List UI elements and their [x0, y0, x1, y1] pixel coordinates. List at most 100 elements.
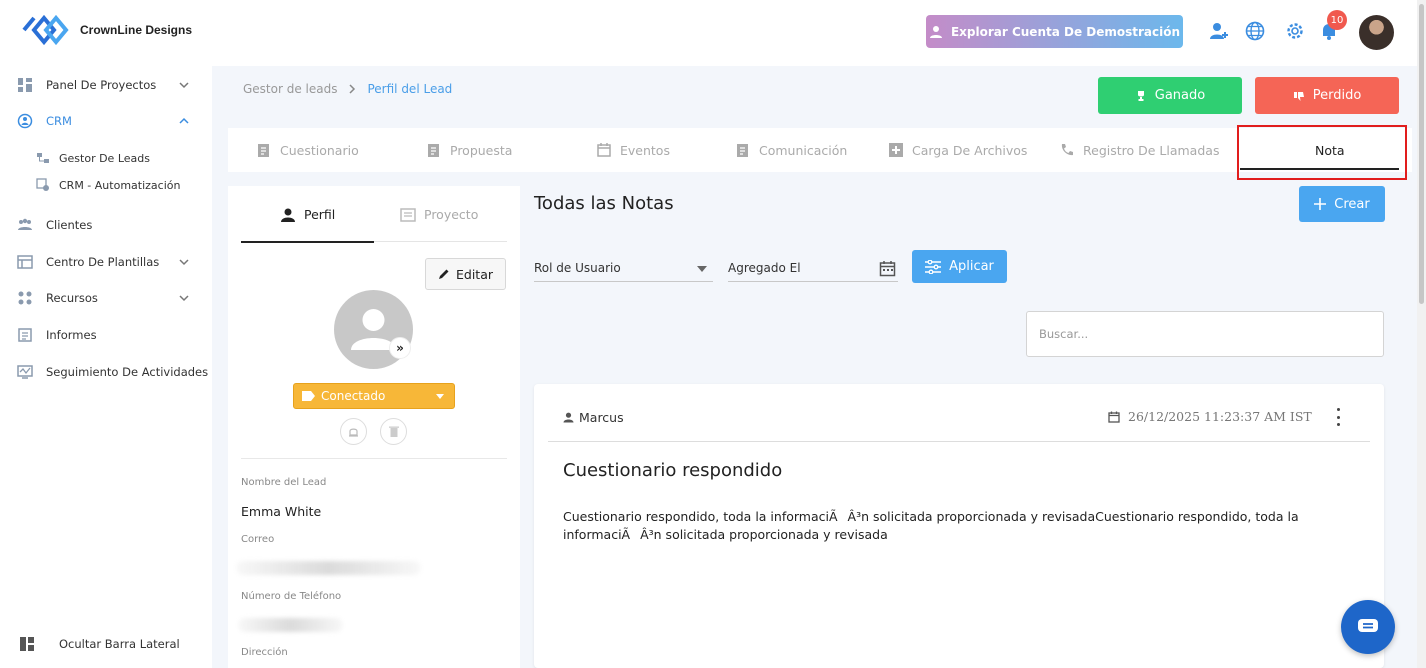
- tab-profile[interactable]: Perfil: [280, 186, 335, 243]
- sidebar-item-label: Clientes: [46, 218, 93, 232]
- note-card: Marcus 26/12/2025 11:23:37 AM IST Cuesti…: [534, 384, 1384, 668]
- calendar-icon: [1108, 411, 1120, 423]
- tab-communication[interactable]: Comunicación: [735, 128, 847, 172]
- tab-questionnaire[interactable]: Cuestionario: [256, 128, 359, 172]
- trophy-icon: [1137, 90, 1144, 101]
- search-input[interactable]: [1026, 311, 1384, 357]
- breadcrumb-parent[interactable]: Gestor de leads: [243, 82, 337, 96]
- hide-sidebar-label: Ocultar Barra Lateral: [59, 637, 180, 651]
- globe-icon[interactable]: [1244, 20, 1266, 42]
- user-icon: [929, 25, 942, 38]
- address-label: Dirección: [241, 647, 288, 658]
- brand-name: CrownLine Designs: [80, 23, 193, 37]
- demo-account-label: Explorar Cuenta De Demostración: [950, 24, 1181, 39]
- won-label: Ganado: [1154, 88, 1206, 103]
- crm-icon: [17, 113, 33, 129]
- caret-down-icon: [436, 394, 444, 399]
- chat-icon: [1358, 619, 1378, 632]
- lead-profile-panel: Perfil Proyecto Editar » Conectado Nombr…: [228, 186, 520, 668]
- tab-project[interactable]: Proyecto: [400, 186, 478, 243]
- automation-icon: [36, 178, 49, 191]
- lost-button[interactable]: Perdido: [1255, 77, 1399, 114]
- alarm-icon: [349, 428, 358, 437]
- note-divider: [548, 441, 1370, 442]
- calendar-icon: [597, 143, 611, 157]
- date-added-filter[interactable]: Agregado El: [728, 254, 898, 282]
- logo-icon: [22, 14, 69, 46]
- dashboard-icon: [18, 78, 32, 92]
- sidebar-item-label: Seguimiento De Actividades: [46, 365, 209, 379]
- sidebar-item-projects[interactable]: Panel De Proyectos: [0, 73, 212, 97]
- tab-proposal[interactable]: Propuesta: [426, 128, 512, 172]
- sidebar-item-templates[interactable]: Centro De Plantillas: [0, 250, 212, 274]
- tab-label: Comunicación: [759, 142, 848, 158]
- user-avatar[interactable]: [1359, 15, 1394, 50]
- profile-tab-indicator: [241, 241, 374, 243]
- apply-label: Aplicar: [949, 259, 994, 274]
- lead-status-dropdown[interactable]: Conectado: [293, 383, 455, 409]
- edit-button[interactable]: Editar: [425, 258, 506, 290]
- tab-call-log[interactable]: Registro De Llamadas: [1059, 128, 1219, 172]
- top-header: CrownLine Designs Explorar Cuenta De Dem…: [0, 0, 1426, 66]
- tab-file-upload[interactable]: Carga De Archivos: [888, 128, 1027, 172]
- sidebar-item-label: Panel De Proyectos: [46, 78, 157, 92]
- add-user-icon[interactable]: [1208, 20, 1230, 42]
- sidebar-item-reports[interactable]: Informes: [0, 323, 212, 347]
- sidebar-toggle-icon: [20, 637, 34, 651]
- date-added-filter-label: Agregado El: [728, 260, 801, 275]
- double-chevron-right-icon[interactable]: »: [389, 337, 411, 359]
- lead-name-value: Emma White: [241, 504, 322, 519]
- person-icon: [563, 412, 574, 423]
- templates-icon: [17, 255, 33, 269]
- tab-label: Registro De Llamadas: [1083, 142, 1220, 158]
- notification-badge: 10: [1327, 10, 1347, 30]
- sidebar-item-label: Informes: [46, 328, 97, 342]
- create-note-button[interactable]: Crear: [1299, 186, 1385, 222]
- brand-logo[interactable]: CrownLine Designs: [20, 8, 192, 52]
- apply-filter-button[interactable]: Aplicar: [912, 250, 1007, 283]
- chevron-up-icon: [179, 117, 189, 124]
- activity-icon: [17, 365, 33, 379]
- phone-label: Número de Teléfono: [241, 591, 342, 602]
- tag-icon: [302, 391, 315, 401]
- demo-account-button[interactable]: Explorar Cuenta De Demostración: [926, 15, 1183, 48]
- sidebar-item-activity[interactable]: Seguimiento De Actividades: [0, 360, 212, 384]
- sidebar-subitem-leads[interactable]: Gestor De Leads: [0, 148, 212, 168]
- tab-label: Carga De Archivos: [912, 142, 1028, 158]
- tab-bar: Cuestionario Propuesta Eventos Comunicac…: [228, 128, 1412, 172]
- page-scrollbar[interactable]: [1417, 0, 1426, 668]
- highlight-box: [1237, 125, 1407, 180]
- sidebar-item-clients[interactable]: Clientes: [0, 213, 212, 237]
- leads-icon: [37, 153, 49, 163]
- user-role-filter-label: Rol de Usuario: [534, 260, 621, 275]
- won-button[interactable]: Ganado: [1098, 77, 1242, 114]
- hide-sidebar-button[interactable]: Ocultar Barra Lateral: [0, 632, 212, 656]
- tab-label: Cuestionario: [280, 142, 359, 158]
- document-icon: [428, 144, 439, 157]
- profile-divider: [241, 458, 507, 459]
- sidebar-item-resources[interactable]: Recursos: [0, 286, 212, 310]
- clients-icon: [18, 218, 32, 230]
- note-heading: Cuestionario respondido: [563, 460, 783, 481]
- sidebar-item-crm[interactable]: CRM: [0, 109, 212, 133]
- tab-events[interactable]: Eventos: [596, 128, 670, 172]
- lead-status-value: Conectado: [321, 389, 386, 403]
- alarm-button[interactable]: [340, 418, 367, 445]
- note-body: Cuestionario respondido, toda la informa…: [563, 509, 1299, 542]
- chevron-right-icon: [349, 84, 356, 94]
- tab-project-label: Proyecto: [424, 207, 479, 222]
- lead-name-label: Nombre del Lead: [241, 477, 327, 488]
- edit-label: Editar: [455, 266, 493, 282]
- calendar-icon: [879, 261, 896, 277]
- sidebar-subitem-automation[interactable]: CRM - Automatización: [0, 175, 212, 195]
- user-role-filter[interactable]: Rol de Usuario: [534, 254, 713, 282]
- plus-square-icon: [889, 143, 903, 157]
- chat-support-button[interactable]: [1341, 600, 1395, 654]
- gear-icon[interactable]: [1284, 20, 1306, 42]
- scrollbar-thumb[interactable]: [1419, 4, 1424, 304]
- email-value-redacted: [236, 561, 421, 575]
- sidebar-subitem-label: CRM - Automatización: [59, 178, 181, 192]
- more-options-icon[interactable]: [1334, 408, 1342, 426]
- note-date-value: 26/12/2025 11:23:37 AM IST: [1128, 409, 1312, 424]
- delete-button[interactable]: [380, 418, 407, 445]
